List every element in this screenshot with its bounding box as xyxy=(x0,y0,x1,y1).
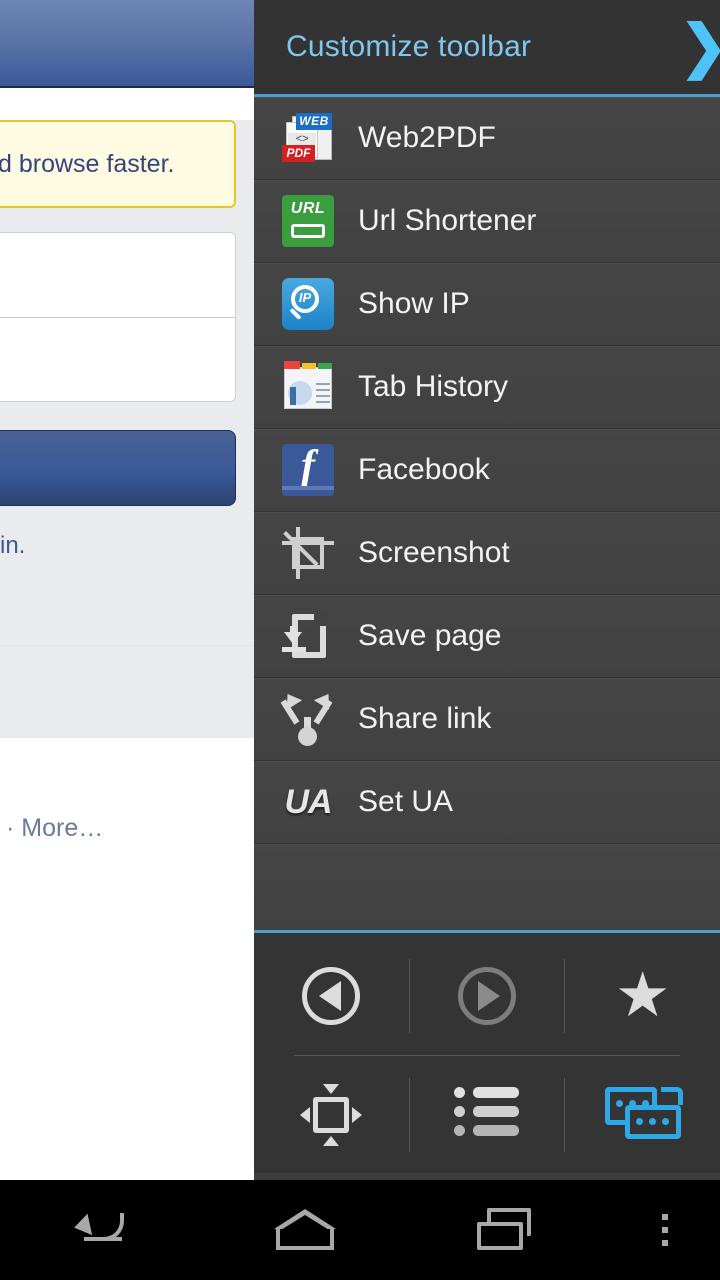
back-button[interactable] xyxy=(254,937,409,1055)
more-link[interactable]: · More… xyxy=(0,814,254,843)
login-button[interactable] xyxy=(0,430,236,506)
back-nav-icon xyxy=(71,1209,130,1251)
addon-item-facebook[interactable]: f Facebook xyxy=(254,429,720,512)
tabs-button[interactable] xyxy=(565,1056,720,1174)
web2pdf-icon: WEB <> PDF xyxy=(282,112,334,164)
nav-recents-button[interactable] xyxy=(407,1180,610,1280)
fit-page-icon xyxy=(300,1084,363,1146)
password-field[interactable] xyxy=(0,317,235,401)
browser-upgrade-notice: d browse faster. xyxy=(0,120,236,208)
overflow-menu-icon xyxy=(661,1214,668,1246)
show-ip-icon: IP xyxy=(282,278,334,330)
toolbar-row-1: ★ xyxy=(254,937,720,1055)
addon-item-web2pdf[interactable]: WEB <> PDF Web2PDF xyxy=(254,97,720,180)
url-shortener-icon: URL xyxy=(282,195,334,247)
screenshot-crop-icon xyxy=(282,527,334,579)
addon-item-show-ip[interactable]: IP Show IP xyxy=(254,263,720,346)
addon-label: Set UA xyxy=(358,785,454,818)
nav-home-button[interactable] xyxy=(203,1180,406,1280)
panel-header[interactable]: Customize toolbar ❯ xyxy=(254,0,720,94)
addon-label: Show IP xyxy=(358,287,470,320)
panel-title: Customize toolbar xyxy=(286,30,532,63)
facebook-icon: f xyxy=(282,443,334,496)
bookmark-button[interactable]: ★ xyxy=(565,937,720,1055)
addon-label: Url Shortener xyxy=(358,204,537,237)
addon-item-screenshot[interactable]: Screenshot xyxy=(254,512,720,595)
site-section-spacer-2 xyxy=(0,646,254,738)
notice-text: d browse faster. xyxy=(0,149,175,178)
toolbar-row-2 xyxy=(254,1056,720,1174)
addon-item-tab-history[interactable]: Tab History xyxy=(254,346,720,429)
customize-toolbar-panel: Customize toolbar ❯ WEB<>PDF Web2PDF URL… xyxy=(254,0,720,1180)
star-icon: ★ xyxy=(614,961,671,1030)
forward-button[interactable] xyxy=(410,937,565,1055)
menu-button[interactable] xyxy=(410,1056,565,1174)
browser-toolbar: ★ xyxy=(254,933,720,1173)
addon-label: Facebook xyxy=(358,453,490,486)
circle-forward-arrow-icon xyxy=(458,967,516,1025)
android-nav-bar xyxy=(0,1180,720,1280)
addon-label: Web2PDF xyxy=(358,121,496,154)
site-footer: · More… xyxy=(0,738,254,1078)
addon-item-set-ua[interactable]: UA Set UA xyxy=(254,761,720,844)
tab-history-icon xyxy=(282,361,334,413)
addon-list-empty-row xyxy=(254,844,720,930)
addon-label: Share link xyxy=(358,702,492,735)
addon-label: Save page xyxy=(358,619,502,652)
share-link-icon xyxy=(279,689,337,746)
login-fields[interactable] xyxy=(0,232,236,402)
addon-item-save-page[interactable]: Save page xyxy=(254,595,720,678)
set-ua-icon: UA xyxy=(284,782,332,821)
fullscreen-button[interactable] xyxy=(254,1056,409,1174)
addon-list: WEB <> PDF Web2PDF URL Url Shortener IP Sh… xyxy=(254,97,720,930)
list-menu-icon xyxy=(454,1086,520,1144)
addon-label: Screenshot xyxy=(358,536,510,569)
site-header-bar xyxy=(0,0,254,88)
web-page-content: d browse faster. in. · More… xyxy=(0,0,254,1180)
site-section-spacer xyxy=(0,560,254,646)
save-page-icon xyxy=(282,610,334,662)
home-nav-icon xyxy=(273,1209,336,1251)
addon-item-share-link[interactable]: Share link xyxy=(254,678,720,761)
signup-text: in. xyxy=(0,532,26,559)
nav-back-button[interactable] xyxy=(0,1180,203,1280)
chevron-right-icon[interactable]: ❯ xyxy=(679,18,720,76)
nav-overflow-button[interactable] xyxy=(610,1180,720,1280)
site-body: d browse faster. in. xyxy=(0,120,254,738)
addon-item-url-shortener[interactable]: URL Url Shortener xyxy=(254,180,720,263)
tabs-icon xyxy=(604,1087,683,1143)
recents-nav-icon xyxy=(477,1208,539,1252)
email-field[interactable] xyxy=(0,233,235,317)
addon-label: Tab History xyxy=(358,370,509,403)
circle-back-arrow-icon xyxy=(302,967,361,1025)
